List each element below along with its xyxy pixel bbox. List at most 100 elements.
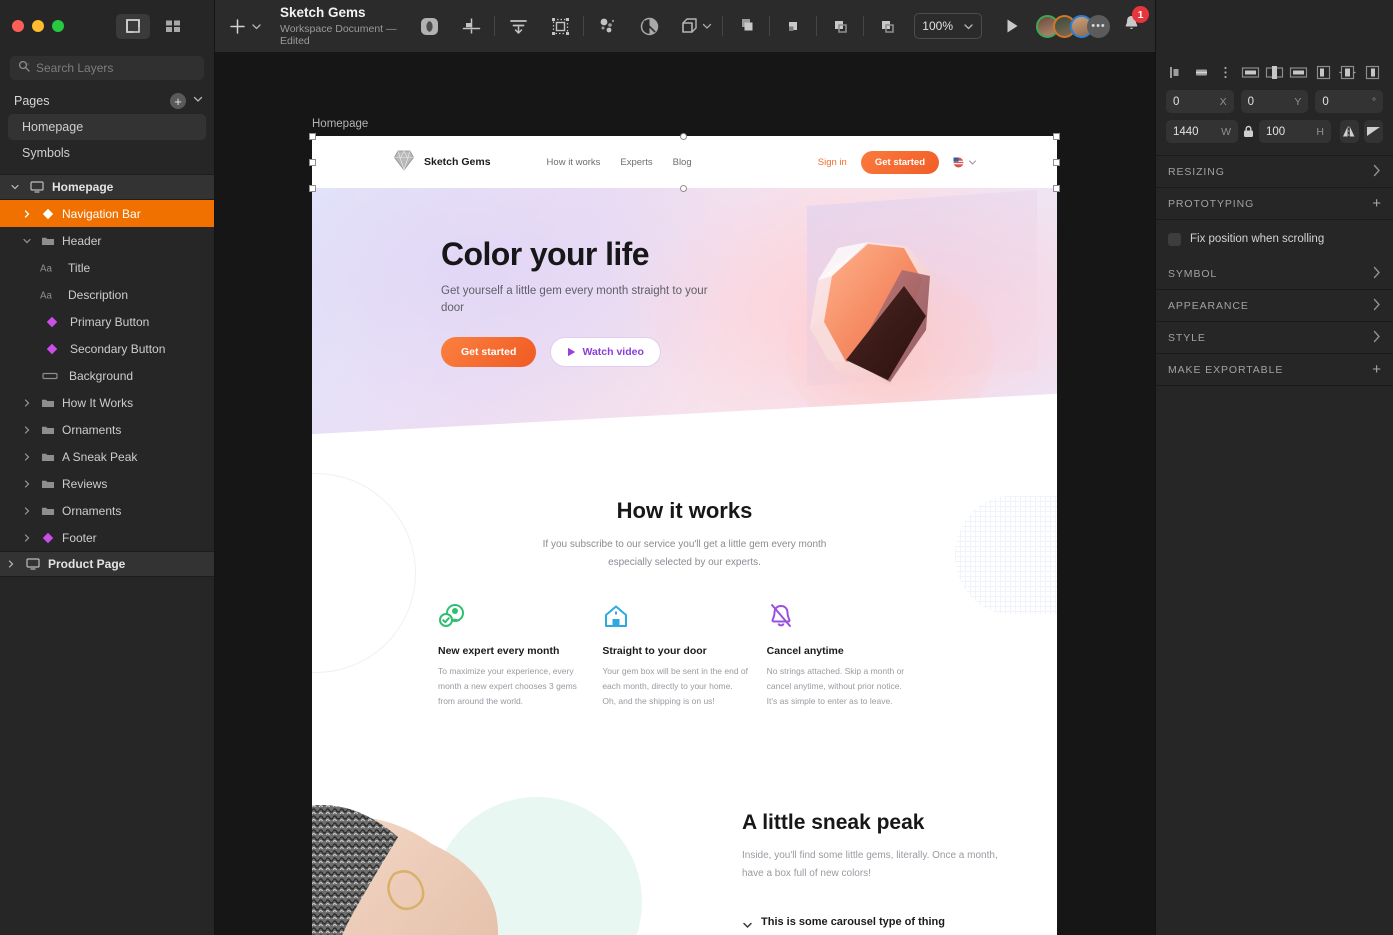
- chevron-down-icon[interactable]: [192, 92, 204, 110]
- artboard-homepage[interactable]: Sketch Gems How it works Experts Blog Si…: [312, 136, 1057, 935]
- grid-view-icon[interactable]: [156, 14, 190, 39]
- disclosure-triangle[interactable]: [20, 506, 34, 515]
- artboard-row-homepage[interactable]: Homepage: [0, 174, 214, 200]
- distribute-horizontal-icon[interactable]: [1337, 62, 1359, 82]
- add-prototype-link-button[interactable]: +: [1372, 196, 1381, 211]
- add-export-preset-button[interactable]: +: [1372, 362, 1381, 377]
- group-icon[interactable]: [539, 9, 581, 43]
- selection-handle-middle-left[interactable]: [309, 159, 316, 166]
- layer-row-description[interactable]: Aa Description: [0, 281, 214, 308]
- hero-get-started-button[interactable]: Get started: [441, 337, 537, 368]
- canvas-view-icon[interactable]: [116, 13, 150, 39]
- more-collaborators-button[interactable]: •••: [1087, 14, 1110, 38]
- minimize-window-button[interactable]: [32, 20, 44, 32]
- scatter-icon[interactable]: [586, 9, 628, 43]
- x-position-input[interactable]: 0 X: [1166, 90, 1234, 113]
- page-item-symbols[interactable]: Symbols: [8, 140, 206, 166]
- selection-handle-top-center[interactable]: [680, 133, 687, 140]
- nav-link-experts[interactable]: Experts: [620, 157, 652, 168]
- layer-row-primary-button[interactable]: Primary Button: [0, 308, 214, 335]
- sign-in-link[interactable]: Sign in: [818, 157, 847, 168]
- layer-row-how-it-works[interactable]: How It Works: [0, 389, 214, 416]
- nav-link-how-it-works[interactable]: How it works: [547, 157, 601, 168]
- nav-get-started-button[interactable]: Get started: [860, 150, 939, 174]
- fix-position-checkbox[interactable]: [1168, 232, 1181, 246]
- sneak-peak-accordion[interactable]: This is some carousel type of thing It's…: [742, 916, 1002, 935]
- transform-icon[interactable]: [670, 9, 720, 43]
- inspector-section-make-exportable[interactable]: MAKE EXPORTABLE +: [1156, 354, 1393, 386]
- align-center-horizontal-icon[interactable]: [1190, 62, 1212, 82]
- rotation-input[interactable]: 0 °: [1315, 90, 1384, 113]
- close-window-button[interactable]: [12, 20, 24, 32]
- chevron-right-icon[interactable]: [1373, 330, 1381, 346]
- layer-row-a-sneak-peak[interactable]: A Sneak Peak: [0, 443, 214, 470]
- layer-row-background[interactable]: Background: [0, 362, 214, 389]
- page-item-homepage[interactable]: Homepage: [8, 114, 206, 140]
- layer-row-title[interactable]: Aa Title: [0, 254, 214, 281]
- align-top-icon[interactable]: [1239, 62, 1261, 82]
- search-layers-box[interactable]: [10, 56, 204, 80]
- flip-horizontal-button[interactable]: [1340, 120, 1359, 143]
- add-page-button[interactable]: +: [170, 93, 186, 109]
- layer-row-ornaments-2[interactable]: Ornaments: [0, 497, 214, 524]
- back-icon[interactable]: [866, 9, 908, 43]
- selection-handle-top-left[interactable]: [309, 133, 316, 140]
- align-bottom-icon[interactable]: [1288, 62, 1310, 82]
- play-preview-button[interactable]: [994, 9, 1030, 43]
- mask-icon[interactable]: [408, 9, 450, 43]
- inspector-section-appearance[interactable]: APPEARANCE: [1156, 290, 1393, 322]
- canvas-viewport[interactable]: Homepage Sketch Gems How it works Expert…: [215, 52, 1155, 935]
- inspector-section-style[interactable]: STYLE: [1156, 322, 1393, 354]
- artboard-row-product-page[interactable]: Product Page: [0, 551, 214, 577]
- layer-row-navigation-bar[interactable]: Navigation Bar: [0, 200, 214, 227]
- align-right-icon[interactable]: [1312, 62, 1334, 82]
- selection-handle-bottom-right[interactable]: [1053, 185, 1060, 192]
- notifications-button[interactable]: 1: [1122, 6, 1149, 38]
- fix-position-row[interactable]: Fix position when scrolling: [1156, 220, 1393, 258]
- search-input[interactable]: [36, 61, 196, 75]
- inspector-section-symbol[interactable]: SYMBOL: [1156, 258, 1393, 290]
- disclosure-triangle[interactable]: [20, 398, 34, 407]
- selection-handle-bottom-left[interactable]: [309, 185, 316, 192]
- disclosure-triangle[interactable]: [20, 425, 34, 434]
- forward-icon[interactable]: [725, 9, 767, 43]
- front-icon[interactable]: [819, 9, 861, 43]
- insert-menu[interactable]: [229, 18, 262, 35]
- align-left-icon[interactable]: [1166, 62, 1188, 82]
- layer-row-footer[interactable]: Footer: [0, 524, 214, 551]
- layer-row-ornaments-1[interactable]: Ornaments: [0, 416, 214, 443]
- selection-handle-middle-right[interactable]: [1053, 159, 1060, 166]
- align-vertical-icon[interactable]: [450, 9, 492, 43]
- align-middle-icon[interactable]: [1264, 62, 1286, 82]
- zoom-window-button[interactable]: [52, 20, 64, 32]
- chevron-right-icon[interactable]: [1373, 266, 1381, 282]
- disclosure-triangle[interactable]: [20, 479, 34, 488]
- disclosure-triangle[interactable]: [20, 452, 34, 461]
- y-position-input[interactable]: 0 Y: [1240, 90, 1309, 113]
- width-input[interactable]: 1440 W: [1166, 120, 1238, 143]
- inspector-section-prototyping[interactable]: PROTOTYPING +: [1156, 188, 1393, 220]
- inspector-section-resizing[interactable]: RESIZING: [1156, 156, 1393, 188]
- distribute-icon[interactable]: [497, 9, 539, 43]
- hero-watch-video-button[interactable]: Watch video: [550, 337, 661, 368]
- chevron-down-icon[interactable]: [742, 918, 753, 935]
- disclosure-triangle[interactable]: [20, 533, 34, 542]
- disclosure-triangle[interactable]: [8, 183, 22, 191]
- zoom-level-select[interactable]: 100%: [914, 13, 982, 39]
- selection-handle-bottom-center[interactable]: [680, 185, 687, 192]
- lock-icon[interactable]: [1243, 125, 1254, 138]
- height-input[interactable]: 100 H: [1259, 120, 1331, 143]
- chevron-right-icon[interactable]: [1373, 164, 1381, 180]
- disclosure-triangle[interactable]: [20, 209, 34, 218]
- artboard-name-label[interactable]: Homepage: [312, 118, 368, 130]
- flip-vertical-button[interactable]: [1364, 120, 1383, 143]
- align-right-edge-icon[interactable]: [1361, 62, 1383, 82]
- chevron-right-icon[interactable]: [1373, 298, 1381, 314]
- nav-link-blog[interactable]: Blog: [673, 157, 692, 168]
- layer-row-reviews[interactable]: Reviews: [0, 470, 214, 497]
- locale-selector[interactable]: [953, 157, 977, 168]
- backward-icon[interactable]: [772, 9, 814, 43]
- layer-row-secondary-button[interactable]: Secondary Button: [0, 335, 214, 362]
- selection-handle-top-right[interactable]: [1053, 133, 1060, 140]
- layer-row-header[interactable]: Header: [0, 227, 214, 254]
